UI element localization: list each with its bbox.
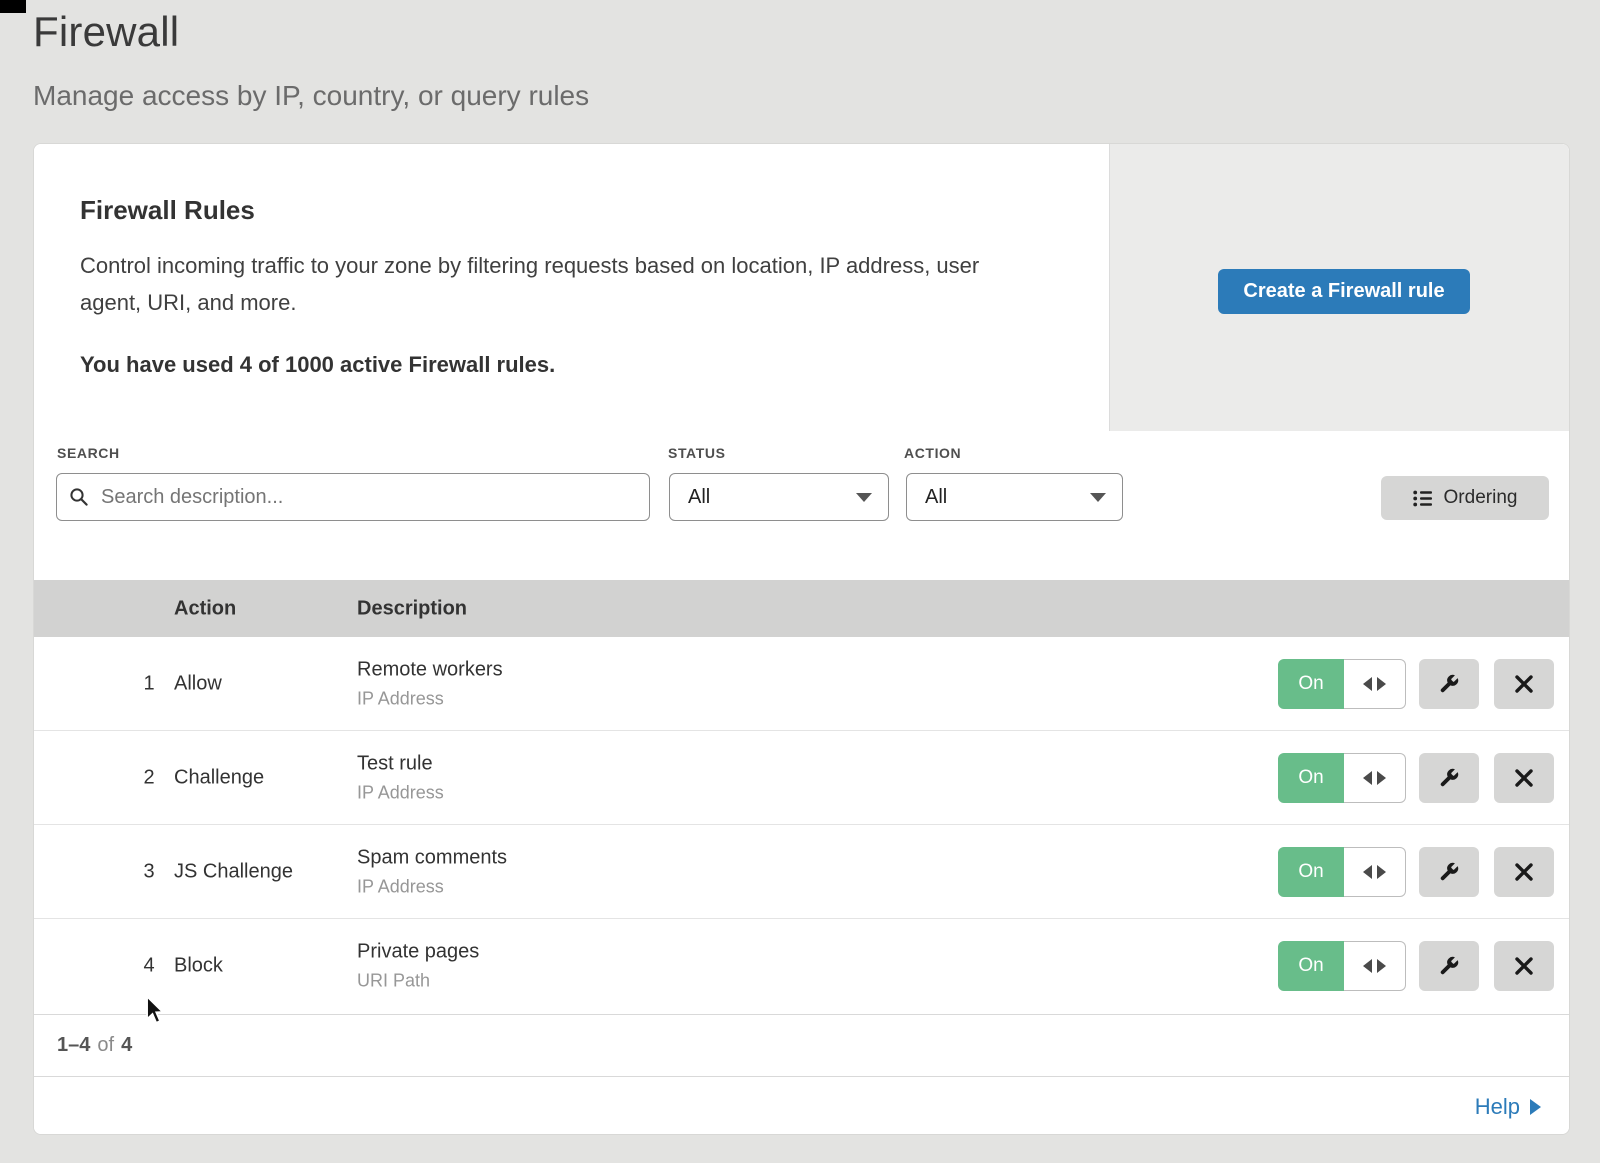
rule-action: Block <box>174 955 223 978</box>
toggle-on-label[interactable]: On <box>1278 753 1344 803</box>
rule-priority: 1 <box>119 672 179 695</box>
chevron-down-icon <box>856 493 872 502</box>
search-label: SEARCH <box>57 445 120 461</box>
wrench-icon <box>1438 955 1460 977</box>
table-row: 2 Challenge Test rule IP Address On <box>34 731 1570 825</box>
toggle-handle[interactable] <box>1344 753 1406 803</box>
delete-rule-button[interactable] <box>1494 941 1554 991</box>
toggle-arrows-icon <box>1363 771 1372 785</box>
intro-section: Firewall Rules Control incoming traffic … <box>34 144 1570 431</box>
toggle-arrows-icon <box>1377 771 1386 785</box>
rule-description: Remote workers <box>357 658 503 681</box>
intro-text-block: Firewall Rules Control incoming traffic … <box>80 144 1080 431</box>
pagination-total: 4 <box>121 1034 132 1057</box>
edit-rule-button[interactable] <box>1419 847 1479 897</box>
toggle-on-label[interactable]: On <box>1278 941 1344 991</box>
action-select[interactable]: All <box>906 473 1123 521</box>
toggle-arrows-icon <box>1377 677 1386 691</box>
close-icon <box>1514 674 1534 694</box>
rule-match-type: IP Address <box>357 688 503 709</box>
rule-action: Challenge <box>174 766 264 789</box>
intro-action-panel: Create a Firewall rule <box>1109 144 1570 431</box>
status-label: STATUS <box>668 445 726 461</box>
toggle-arrows-icon <box>1363 959 1372 973</box>
action-label: ACTION <box>904 445 961 461</box>
chevron-down-icon <box>1090 493 1106 502</box>
pagination-range: 1–4 <box>57 1034 90 1057</box>
search-input[interactable] <box>56 473 650 521</box>
wrench-icon <box>1438 861 1460 883</box>
rule-description: Test rule <box>357 752 444 775</box>
toggle-arrows-icon <box>1363 677 1372 691</box>
toggle-handle[interactable] <box>1344 941 1406 991</box>
help-link-label: Help <box>1475 1094 1520 1120</box>
delete-rule-button[interactable] <box>1494 847 1554 897</box>
table-row: 4 Block Private pages URI Path On <box>34 919 1570 1013</box>
create-firewall-rule-button[interactable]: Create a Firewall rule <box>1218 269 1470 314</box>
rules-table: 1 Allow Remote workers IP Address On 2 C… <box>34 637 1570 1013</box>
toggle-handle[interactable] <box>1344 659 1406 709</box>
rule-action: JS Challenge <box>174 860 293 883</box>
rule-priority: 3 <box>119 860 179 883</box>
rule-description: Spam comments <box>357 846 507 869</box>
card-footer: Help <box>34 1076 1570 1135</box>
screen-artifact <box>0 0 26 13</box>
close-icon <box>1514 862 1534 882</box>
column-description: Description <box>357 597 467 620</box>
close-icon <box>1514 768 1534 788</box>
rule-enable-toggle[interactable]: On <box>1278 847 1406 897</box>
toggle-on-label[interactable]: On <box>1278 847 1344 897</box>
rule-description: Private pages <box>357 941 479 964</box>
page-subtitle: Manage access by IP, country, or query r… <box>33 80 589 112</box>
edit-rule-button[interactable] <box>1419 659 1479 709</box>
edit-rule-button[interactable] <box>1419 941 1479 991</box>
wrench-icon <box>1438 673 1460 695</box>
toggle-arrows-icon <box>1377 959 1386 973</box>
filters-bar: SEARCH STATUS All ACTION All Ordering <box>34 431 1570 580</box>
toggle-arrows-icon <box>1363 865 1372 879</box>
toggle-on-label[interactable]: On <box>1278 659 1344 709</box>
rule-enable-toggle[interactable]: On <box>1278 659 1406 709</box>
rule-match-type: IP Address <box>357 782 444 803</box>
ordering-button-label: Ordering <box>1444 487 1518 509</box>
rule-priority: 4 <box>119 955 179 978</box>
help-arrow-icon <box>1530 1099 1541 1115</box>
pagination: 1–4 of 4 <box>34 1014 1570 1076</box>
rule-match-type: IP Address <box>357 876 507 897</box>
page-title: Firewall <box>33 8 179 56</box>
close-icon <box>1514 956 1534 976</box>
edit-rule-button[interactable] <box>1419 753 1479 803</box>
table-header: Action Description <box>34 580 1570 637</box>
column-action: Action <box>174 597 236 620</box>
usage-summary: You have used 4 of 1000 active Firewall … <box>80 352 555 378</box>
search-box <box>56 473 650 521</box>
toggle-handle[interactable] <box>1344 847 1406 897</box>
ordering-list-icon <box>1413 490 1433 507</box>
ordering-button[interactable]: Ordering <box>1381 476 1549 520</box>
wrench-icon <box>1438 767 1460 789</box>
rule-enable-toggle[interactable]: On <box>1278 941 1406 991</box>
rule-match-type: URI Path <box>357 971 479 992</box>
intro-description: Control incoming traffic to your zone by… <box>80 247 1025 321</box>
rule-action: Allow <box>174 672 222 695</box>
help-link[interactable]: Help <box>1475 1094 1541 1120</box>
table-row: 1 Allow Remote workers IP Address On <box>34 637 1570 731</box>
status-selected-value: All <box>688 486 710 509</box>
rule-priority: 2 <box>119 766 179 789</box>
pagination-of: of <box>97 1034 114 1057</box>
firewall-card: Firewall Rules Control incoming traffic … <box>33 143 1570 1135</box>
rule-enable-toggle[interactable]: On <box>1278 753 1406 803</box>
toggle-arrows-icon <box>1377 865 1386 879</box>
status-select[interactable]: All <box>669 473 889 521</box>
intro-heading: Firewall Rules <box>80 195 255 226</box>
action-selected-value: All <box>925 486 947 509</box>
table-row: 3 JS Challenge Spam comments IP Address … <box>34 825 1570 919</box>
delete-rule-button[interactable] <box>1494 659 1554 709</box>
delete-rule-button[interactable] <box>1494 753 1554 803</box>
